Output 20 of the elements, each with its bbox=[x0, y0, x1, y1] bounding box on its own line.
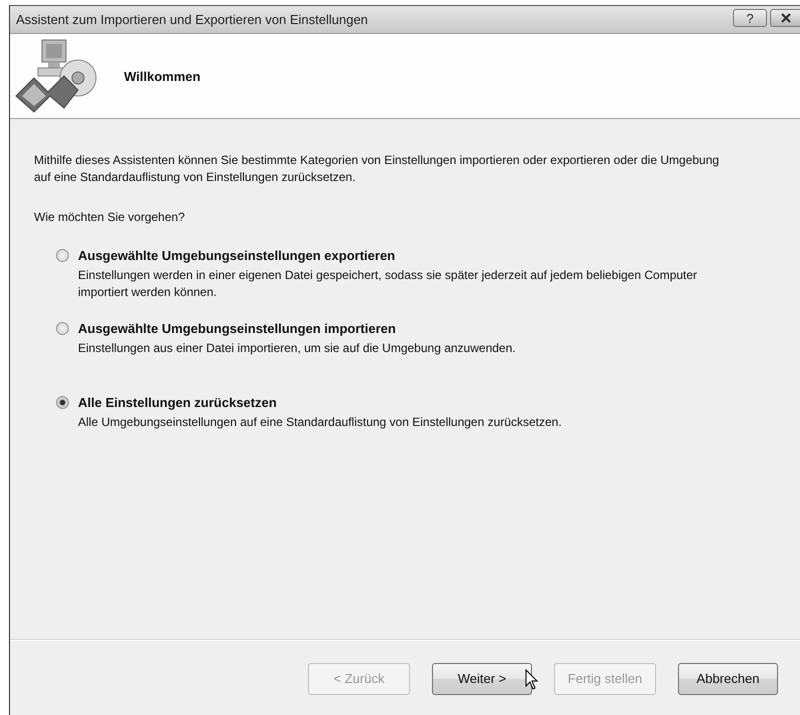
close-button[interactable] bbox=[770, 9, 800, 27]
option-label[interactable]: Alle Einstellungen zurücksetzen bbox=[78, 395, 277, 410]
help-button[interactable]: ? bbox=[733, 9, 767, 27]
radio-button[interactable] bbox=[56, 396, 69, 409]
option-description: Einstellungen aus einer Datei importieren, um sie auf die Umgebung anzuwenden. bbox=[78, 340, 517, 357]
computer-disc-icon bbox=[14, 38, 98, 114]
option-label[interactable]: Ausgewählte Umgebungseinstellungen importieren bbox=[78, 321, 396, 336]
option-description: Einstellungen werden in einer eigenen Datei gespeichert, sodass sie später jederzeit auf jedem beliebigen Computer importiert werden können. bbox=[78, 267, 698, 301]
window-title: Assistent zum Importieren und Exportieren von Einstellungen bbox=[16, 12, 368, 27]
question-text: Wie möchten Sie vorgehen? bbox=[34, 210, 186, 224]
page-title: Willkommen bbox=[124, 68, 200, 84]
wizard-button[interactable]: Abbrechen bbox=[678, 662, 778, 694]
option-description: Alle Umgebungseinstellungen auf eine Standardauflistung von Einstellungen zurücksetzen. bbox=[78, 414, 563, 431]
intro-text: Mithilfe dieses Assistenten können Sie bestimmte Kategorien von Einstellungen importieren oder exportieren oder die Umgebung auf eine Standardauflistung von Einstellungen zurücksetzen. bbox=[34, 152, 720, 186]
radio-button[interactable] bbox=[56, 249, 69, 262]
close-icon bbox=[780, 13, 792, 23]
cursor-icon bbox=[525, 669, 539, 691]
radio-button[interactable] bbox=[56, 322, 69, 335]
option-label[interactable]: Ausgewählte Umgebungseinstellungen exportieren bbox=[78, 248, 396, 263]
wizard-button[interactable]: Weiter > bbox=[432, 662, 532, 694]
